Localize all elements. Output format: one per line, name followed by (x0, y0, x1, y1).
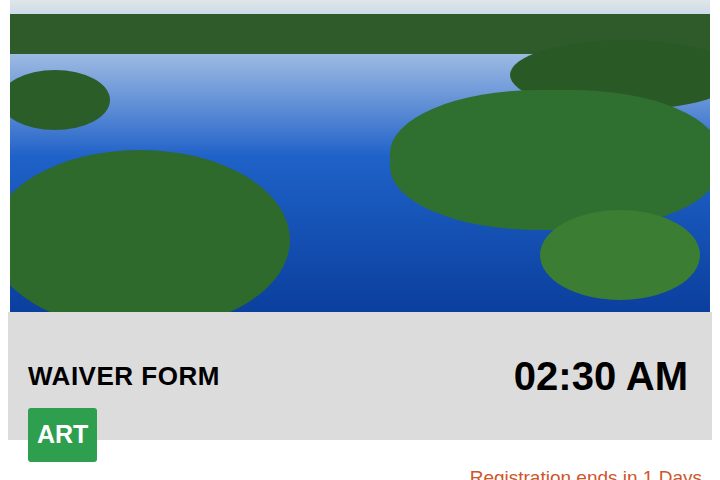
island-left (10, 150, 290, 312)
card-title: WAIVER FORM (28, 363, 220, 389)
registration-notice: Registration ends in 1 Days (0, 468, 720, 480)
island-right (390, 90, 710, 230)
island-small (540, 210, 700, 300)
event-time: 02:30 AM (514, 356, 692, 396)
category-tag[interactable]: ART (28, 408, 97, 462)
island-left-far (10, 70, 110, 130)
lake-photo (10, 0, 710, 312)
card-info-panel: WAIVER FORM02:30 AMART (8, 312, 712, 440)
title-row: WAIVER FORM 02:30 AM (28, 354, 692, 398)
